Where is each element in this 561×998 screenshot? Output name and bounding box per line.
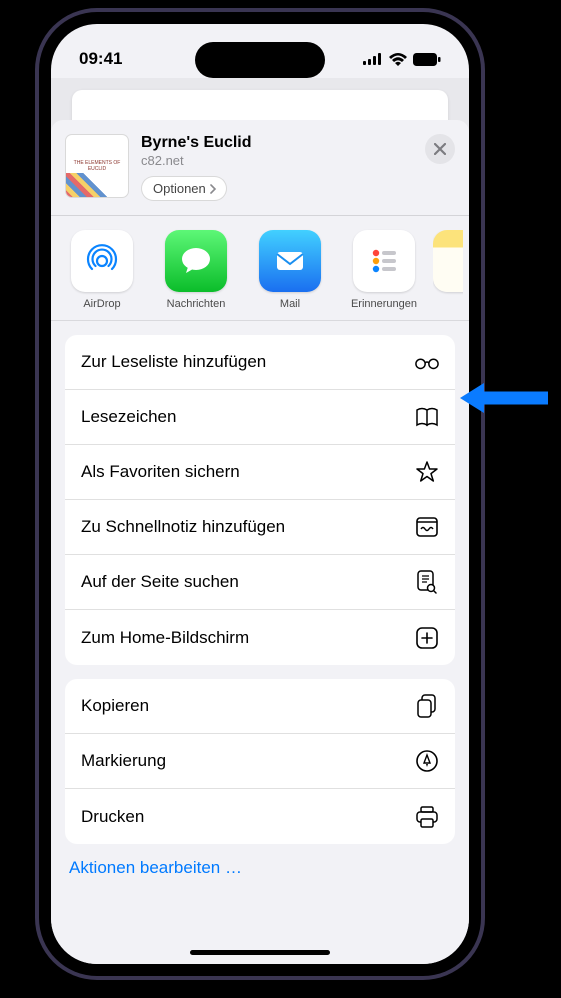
copy-docs-icon — [415, 694, 439, 718]
page-thumbnail: THE ELEMENTS OF EUCLID — [65, 134, 129, 198]
action-copy[interactable]: Kopieren — [65, 679, 455, 734]
action-label: Markierung — [81, 751, 166, 771]
app-mail[interactable]: Mail — [245, 230, 335, 310]
quicknote-icon — [415, 515, 439, 539]
callout-arrow — [458, 380, 548, 421]
options-label: Optionen — [153, 181, 206, 196]
cellular-icon — [363, 53, 383, 65]
notes-icon — [433, 230, 463, 292]
app-notes-partial[interactable] — [433, 230, 463, 310]
status-icons-right — [363, 53, 441, 66]
action-markup[interactable]: Markierung — [65, 734, 455, 789]
book-icon — [415, 405, 439, 429]
airdrop-icon — [71, 230, 133, 292]
action-print[interactable]: Drucken — [65, 789, 455, 844]
share-header-text: Byrne's Euclid c82.net Optionen — [141, 134, 453, 201]
edit-actions-link[interactable]: Aktionen bearbeiten … — [51, 844, 469, 886]
thumbnail-decor — [66, 173, 128, 197]
share-sheet: THE ELEMENTS OF EUCLID Byrne's Euclid c8… — [51, 120, 469, 964]
action-label: Zu Schnellnotiz hinzufügen — [81, 517, 285, 537]
app-row[interactable]: AirDrop Nachrichten Mail — [51, 216, 469, 321]
action-reading-list[interactable]: Zur Leseliste hinzufügen — [65, 335, 455, 390]
actions-group-2: Kopieren Markierung Drucken — [65, 679, 455, 844]
action-label: Kopieren — [81, 696, 149, 716]
home-indicator[interactable] — [190, 950, 330, 955]
close-button[interactable] — [425, 134, 455, 164]
options-button[interactable]: Optionen — [141, 176, 227, 201]
dynamic-island — [195, 42, 325, 78]
battery-icon — [413, 53, 441, 66]
screen: 09:41 THE ELEMENTS OF EUCLID By — [51, 24, 469, 964]
airdrop-label: AirDrop — [83, 298, 120, 310]
actions-group-1: Zur Leseliste hinzufügen Lesezeichen Als… — [65, 335, 455, 665]
thumbnail-text: THE ELEMENTS OF EUCLID — [70, 160, 124, 172]
wifi-icon — [389, 53, 407, 66]
action-label: Zum Home-Bildschirm — [81, 628, 249, 648]
mail-label: Mail — [280, 298, 300, 310]
action-quicknote[interactable]: Zu Schnellnotiz hinzufügen — [65, 500, 455, 555]
chevron-right-icon — [208, 184, 218, 194]
plus-square-icon — [415, 626, 439, 650]
doc-search-icon — [415, 570, 439, 594]
page-host: c82.net — [141, 153, 453, 168]
markup-icon — [415, 749, 439, 773]
reminders-icon — [353, 230, 415, 292]
app-messages[interactable]: Nachrichten — [151, 230, 241, 310]
status-time: 09:41 — [79, 49, 122, 69]
messages-icon — [165, 230, 227, 292]
action-bookmarks[interactable]: Lesezeichen — [65, 390, 455, 445]
star-icon — [415, 460, 439, 484]
close-icon — [434, 143, 446, 155]
action-label: Zur Leseliste hinzufügen — [81, 352, 266, 372]
app-reminders[interactable]: Erinnerungen — [339, 230, 429, 310]
phone-frame: 09:41 THE ELEMENTS OF EUCLID By — [35, 8, 485, 980]
action-label: Als Favoriten sichern — [81, 462, 240, 482]
printer-icon — [415, 805, 439, 829]
action-favorites[interactable]: Als Favoriten sichern — [65, 445, 455, 500]
page-title: Byrne's Euclid — [141, 134, 453, 152]
action-home-screen[interactable]: Zum Home-Bildschirm — [65, 610, 455, 665]
messages-label: Nachrichten — [167, 298, 226, 310]
glasses-icon — [415, 350, 439, 374]
phone-bezel: 09:41 THE ELEMENTS OF EUCLID By — [39, 12, 481, 976]
action-label: Drucken — [81, 807, 144, 827]
mail-icon — [259, 230, 321, 292]
share-header: THE ELEMENTS OF EUCLID Byrne's Euclid c8… — [51, 120, 469, 216]
action-label: Lesezeichen — [81, 407, 176, 427]
action-find-on-page[interactable]: Auf der Seite suchen — [65, 555, 455, 610]
action-label: Auf der Seite suchen — [81, 572, 239, 592]
reminders-label: Erinnerungen — [351, 298, 417, 310]
app-airdrop[interactable]: AirDrop — [57, 230, 147, 310]
